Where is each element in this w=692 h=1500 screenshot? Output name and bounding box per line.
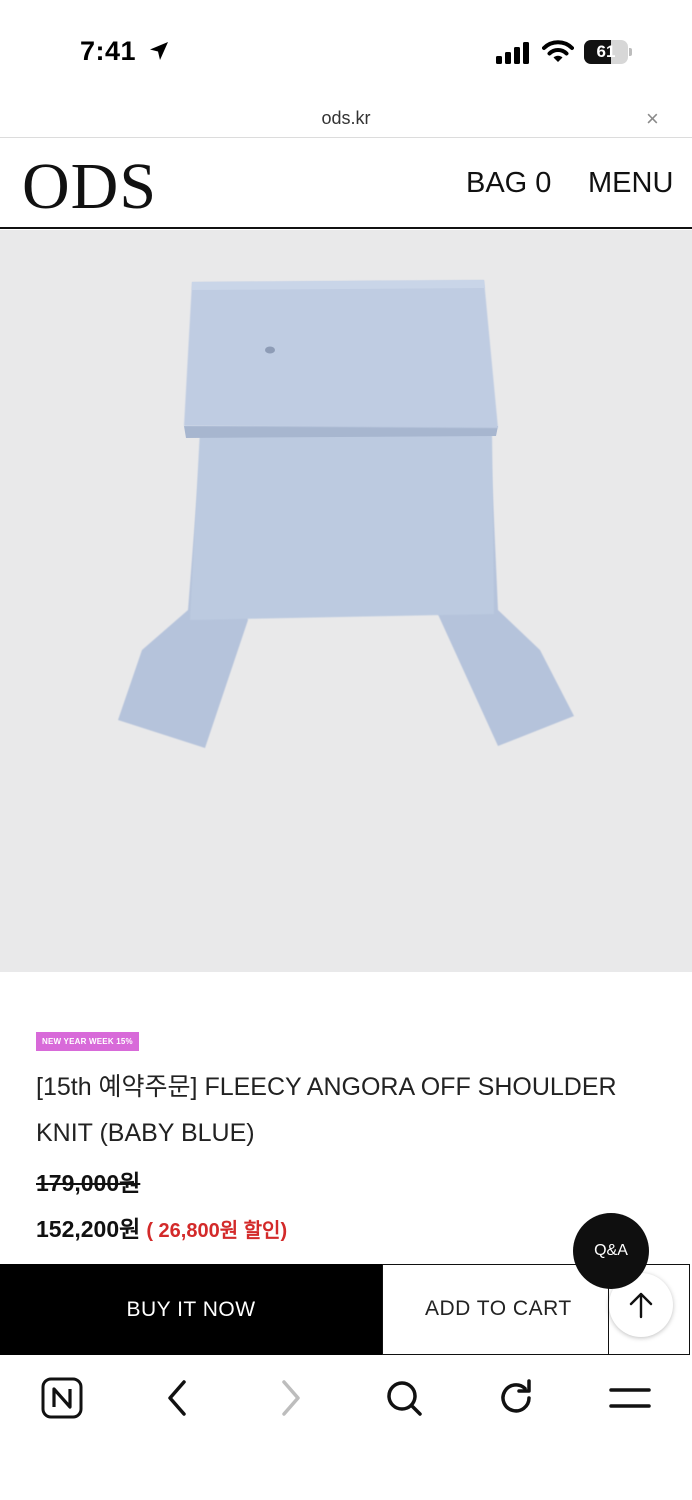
url-text[interactable]: ods.kr xyxy=(0,108,692,129)
search-icon xyxy=(387,1381,422,1416)
location-arrow-icon xyxy=(150,42,168,60)
status-bar: 7:41 61 xyxy=(0,0,692,100)
product-title: [15th 예약주문] FLEECY ANGORA OFF SHOULDER K… xyxy=(36,1073,617,1147)
arrow-up-icon xyxy=(629,1292,653,1319)
search-button[interactable] xyxy=(382,1376,428,1422)
status-time: 7:41 xyxy=(80,36,137,66)
cellular-signal-icon xyxy=(496,42,529,64)
battery-icon: 61 xyxy=(584,40,632,64)
chevron-right-icon xyxy=(282,1380,300,1416)
original-price: 179,000원 xyxy=(36,1170,141,1196)
sale-price-row: 152,200원( 26,800원 할인) xyxy=(36,1210,287,1244)
buy-it-now-button[interactable]: BUY IT NOW xyxy=(0,1264,382,1355)
back-button[interactable] xyxy=(156,1376,202,1422)
battery-percent: 61 xyxy=(596,42,616,61)
bag-link[interactable]: BAG 0 xyxy=(466,167,551,200)
product-image xyxy=(0,230,692,972)
naver-logo-icon xyxy=(41,1377,83,1419)
site-logo[interactable]: ODS xyxy=(22,149,157,225)
sweater-illustration xyxy=(118,280,574,748)
chevron-left-icon xyxy=(168,1380,186,1416)
close-icon[interactable]: × xyxy=(646,106,659,132)
discount-amount: ( 26,800원 할인) xyxy=(146,1220,288,1242)
menu-button[interactable] xyxy=(608,1376,654,1422)
promo-badge: NEW YEAR WEEK 15% xyxy=(36,1032,139,1051)
sale-price: 152,200원 xyxy=(36,1216,141,1242)
forward-button[interactable] xyxy=(268,1376,314,1422)
naver-home-button[interactable] xyxy=(40,1376,86,1422)
refresh-button[interactable] xyxy=(494,1376,540,1422)
url-bar[interactable]: ods.kr × xyxy=(0,100,692,138)
qa-button[interactable]: Q&A xyxy=(573,1213,649,1289)
hamburger-menu-icon xyxy=(609,1388,651,1408)
site-header: ODS BAG 0 MENU xyxy=(0,139,692,229)
refresh-icon xyxy=(501,1379,531,1413)
browser-toolbar xyxy=(0,1356,692,1500)
menu-link[interactable]: MENU xyxy=(588,167,673,200)
wifi-icon xyxy=(542,40,574,62)
